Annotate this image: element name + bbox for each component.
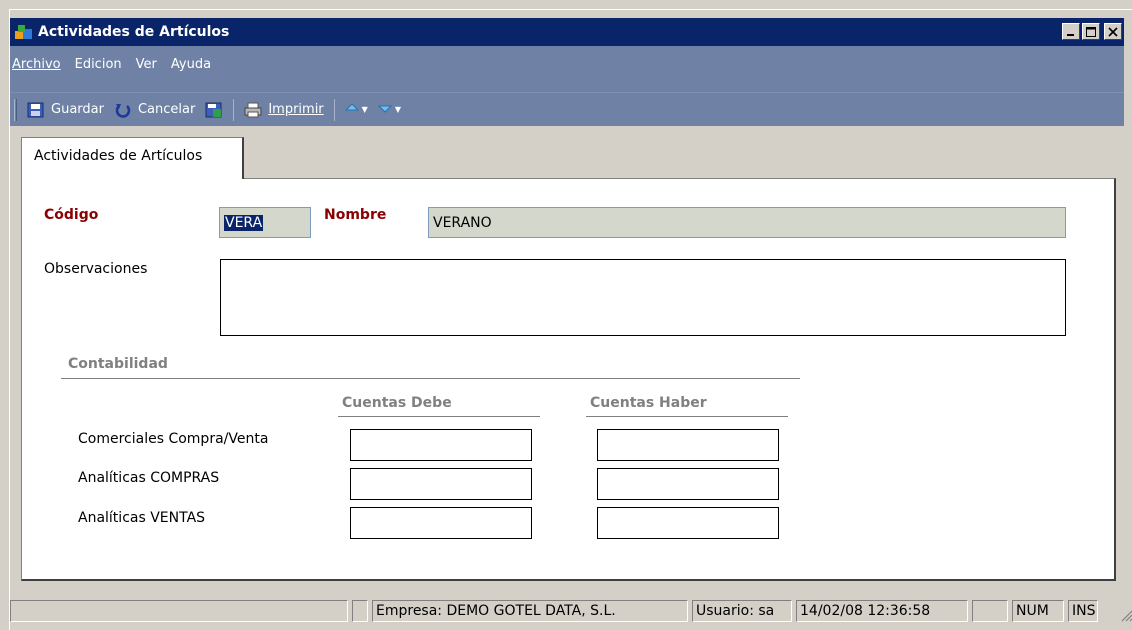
undo-icon xyxy=(114,102,132,118)
app-icon xyxy=(14,23,34,41)
tab-actividades[interactable]: Actividades de Artículos xyxy=(21,137,244,179)
status-datetime: 14/02/08 12:36:58 xyxy=(796,600,968,622)
status-num: NUM xyxy=(1012,600,1064,622)
status-bar: Empresa: DEMO GOTEL DATA, S.L. Usuario: … xyxy=(10,590,1132,622)
cuentas-debe-header: Cuentas Debe xyxy=(342,395,452,411)
haber-ventas-input[interactable] xyxy=(597,507,779,539)
nombre-label: Nombre xyxy=(324,207,387,223)
save-button-label: Guardar xyxy=(51,102,104,117)
nombre-field[interactable]: VERANO xyxy=(428,207,1066,238)
menu-archivo[interactable]: Archivo xyxy=(12,57,61,72)
cuentas-haber-divider xyxy=(586,416,788,417)
debe-ventas-input[interactable] xyxy=(350,507,532,539)
close-icon xyxy=(1108,26,1118,37)
codigo-label: Código xyxy=(44,207,99,223)
debe-compras-input[interactable] xyxy=(350,468,532,500)
resize-grip-icon[interactable] xyxy=(1119,608,1132,622)
save-export-icon xyxy=(205,102,223,118)
contabilidad-divider xyxy=(61,378,800,379)
printer-icon xyxy=(244,102,262,118)
debe-comerciales-input[interactable] xyxy=(350,429,532,461)
nombre-value: VERANO xyxy=(433,215,492,231)
maximize-icon xyxy=(1086,26,1096,37)
menu-edicion[interactable]: Edicion xyxy=(75,57,122,72)
contabilidad-title: Contabilidad xyxy=(68,356,168,372)
window-title: Actividades de Artículos xyxy=(38,24,230,40)
maximize-button[interactable] xyxy=(1082,23,1100,40)
codigo-value: VERA xyxy=(224,215,264,231)
status-empresa: Empresa: DEMO GOTEL DATA, S.L. xyxy=(372,600,688,622)
title-bar[interactable]: Actividades de Artículos xyxy=(10,18,1124,46)
row-label-comerciales: Comerciales Compra/Venta xyxy=(78,431,269,447)
status-usuario: Usuario: sa xyxy=(692,600,792,622)
observaciones-field[interactable] xyxy=(220,259,1066,336)
status-ins: INS xyxy=(1068,600,1098,622)
next-record-button[interactable]: ▼ xyxy=(377,102,401,118)
print-button-label: Imprimir xyxy=(268,102,324,117)
arrow-up-icon xyxy=(344,102,359,118)
row-label-analiticas-ventas: Analíticas VENTAS xyxy=(78,510,206,526)
cuentas-haber-header: Cuentas Haber xyxy=(590,395,707,411)
arrow-down-icon xyxy=(377,102,393,118)
menu-bar: Archivo Edicion Ver Ayuda xyxy=(10,46,1124,92)
tab-panel: Código VERA Nombre VERANO Observaciones … xyxy=(21,178,1116,581)
cancel-button[interactable]: Cancelar xyxy=(114,102,195,118)
codigo-field[interactable]: VERA xyxy=(219,207,311,238)
cancel-button-label: Cancelar xyxy=(137,102,196,117)
observaciones-label: Observaciones xyxy=(44,261,148,277)
toolbar-separator xyxy=(233,98,235,121)
print-button[interactable]: Imprimir xyxy=(244,102,324,118)
dropdown-arrow-icon[interactable]: ▼ xyxy=(395,105,401,114)
close-button[interactable] xyxy=(1104,23,1122,40)
toolbar-grip[interactable] xyxy=(14,98,17,121)
haber-comerciales-input[interactable] xyxy=(597,429,779,461)
status-cell-empty xyxy=(10,600,348,622)
toolbar: Guardar Cancelar Imprimir ▼ ▼ xyxy=(10,92,1124,126)
save-button[interactable]: Guardar xyxy=(27,102,104,118)
minimize-button[interactable] xyxy=(1062,23,1080,40)
dropdown-arrow-icon[interactable]: ▼ xyxy=(362,105,368,114)
row-label-analiticas-compras: Analíticas COMPRAS xyxy=(78,470,220,486)
prev-record-button[interactable]: ▼ xyxy=(344,102,368,118)
status-cell-empty xyxy=(352,600,368,622)
minimize-icon xyxy=(1067,33,1074,36)
main-window: Actividades de Artículos Archivo Edicion… xyxy=(9,9,1132,630)
toolbar-separator xyxy=(333,98,335,121)
haber-compras-input[interactable] xyxy=(597,468,779,500)
menu-ver[interactable]: Ver xyxy=(136,57,157,72)
cuentas-debe-divider xyxy=(338,416,540,417)
export-button[interactable] xyxy=(205,102,223,118)
menu-ayuda[interactable]: Ayuda xyxy=(171,57,211,72)
status-cell-empty xyxy=(972,600,1008,622)
floppy-disk-icon xyxy=(27,102,45,118)
